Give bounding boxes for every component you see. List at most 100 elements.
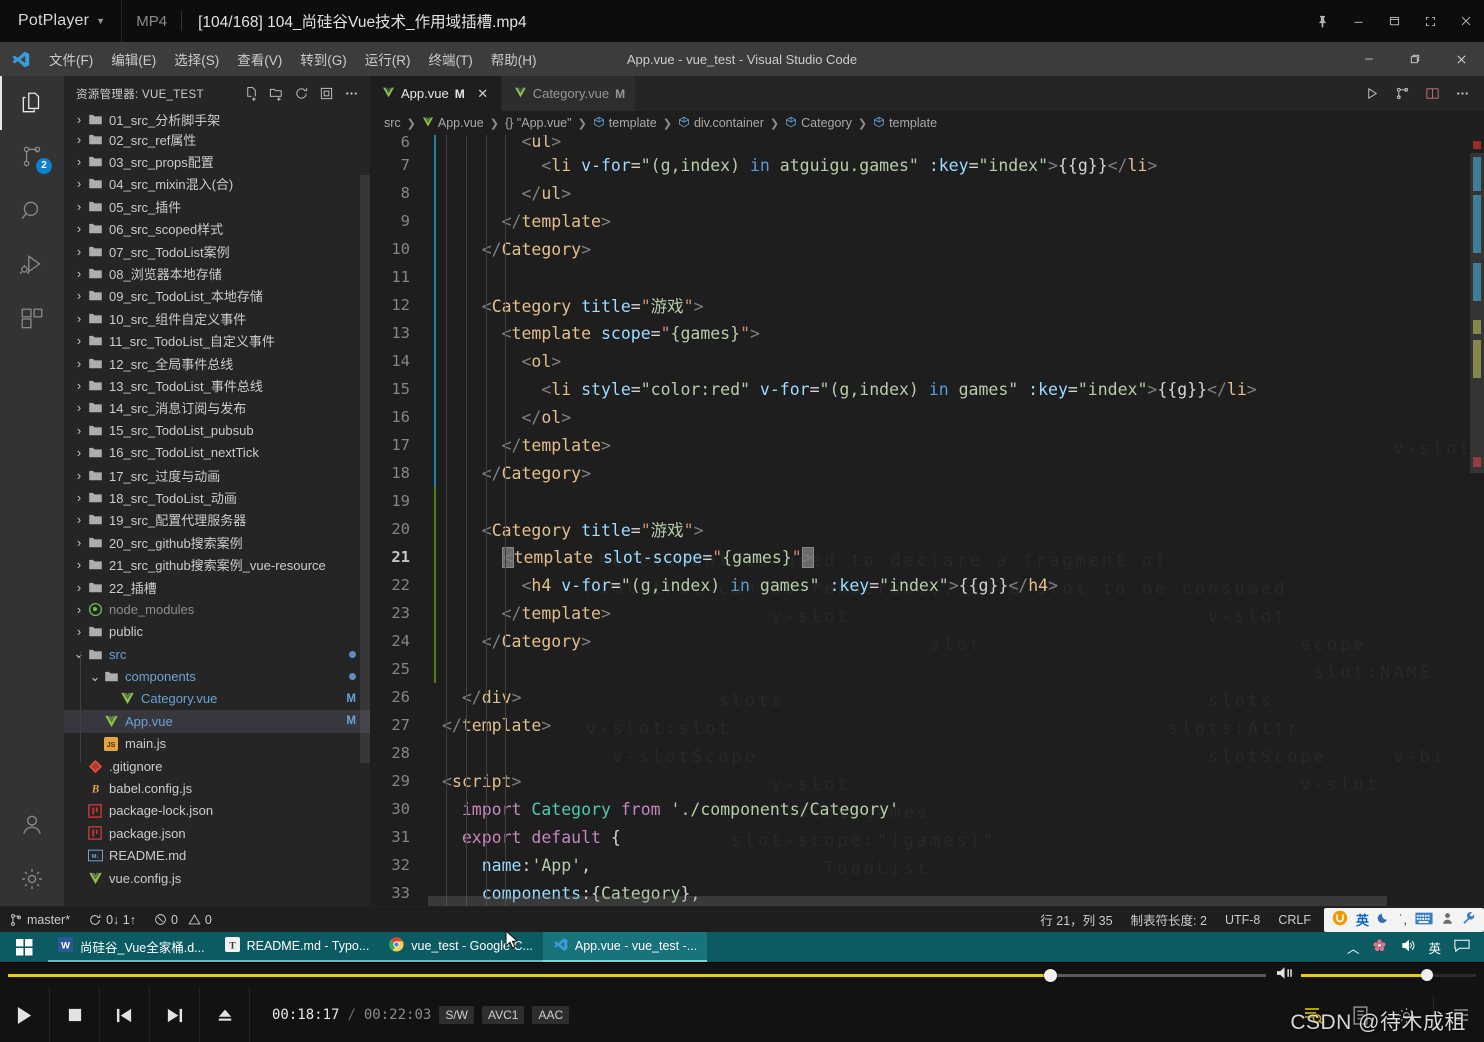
code-line[interactable]: 21 <template slot-scope="{games}">: [370, 543, 1484, 571]
chevron-right-icon[interactable]: ›: [72, 557, 86, 572]
code-editor[interactable]: v-slot the element is used to declare a …: [370, 135, 1484, 906]
keyboard-icon[interactable]: [1415, 912, 1433, 928]
statusbar-sync[interactable]: 0↓ 1↑: [79, 907, 145, 933]
activity-run-and-debug[interactable]: [0, 238, 64, 292]
code-line[interactable]: 24 </Category>: [370, 627, 1484, 655]
menu-run[interactable]: 运行(R): [356, 45, 420, 73]
statusbar-branch[interactable]: master*: [0, 907, 79, 933]
overview-slider[interactable]: [1470, 153, 1484, 473]
code-line[interactable]: 6 <ul>: [370, 135, 1484, 151]
run-icon[interactable]: [1358, 79, 1386, 109]
sidebar-scrollbar-thumb[interactable]: [360, 174, 370, 763]
activity-accounts[interactable]: [0, 798, 64, 852]
tree-item[interactable]: › 08_浏览器本地存储: [64, 262, 370, 284]
code-line[interactable]: 28: [370, 739, 1484, 767]
sogou-logo-icon[interactable]: [1332, 910, 1348, 929]
tree-item[interactable]: › node_modules: [64, 598, 370, 620]
chevron-right-icon[interactable]: ›: [72, 512, 86, 527]
activity-source-control[interactable]: 2: [0, 130, 64, 184]
seek-knob[interactable]: [1043, 968, 1057, 982]
chevron-down-icon[interactable]: ⌄: [88, 669, 102, 685]
more-icon[interactable]: [340, 83, 362, 105]
volume-icon[interactable]: [1276, 965, 1295, 986]
fullscreen-icon[interactable]: [1412, 0, 1448, 42]
editor-horizontal-scrollbar-thumb[interactable]: [428, 896, 1387, 906]
code-line[interactable]: 13 <template scope="{games}">: [370, 319, 1484, 347]
tree-item[interactable]: › 10_src_组件自定义事件: [64, 307, 370, 329]
split-preview-icon[interactable]: [1388, 79, 1416, 109]
settings-gear-icon[interactable]: [1383, 987, 1429, 1042]
tree-item[interactable]: › 02_src_ref属性: [64, 128, 370, 150]
code-line[interactable]: 23 </template>: [370, 599, 1484, 627]
chevron-down-icon[interactable]: ⌄: [72, 646, 86, 662]
menu-go[interactable]: 转到(G): [291, 45, 356, 73]
chevron-right-icon[interactable]: ›: [72, 468, 86, 483]
chevron-right-icon[interactable]: ›: [72, 311, 86, 326]
ime-mode-label[interactable]: 英: [1356, 910, 1369, 929]
more-icon[interactable]: [1448, 79, 1476, 109]
video-codec-chip[interactable]: AVC1: [481, 1006, 525, 1024]
tree-item[interactable]: JS main.js: [64, 733, 370, 755]
tree-item[interactable]: › 21_src_github搜索案例_vue-resource: [64, 553, 370, 575]
tree-item[interactable]: › 01_src_分析脚手架: [64, 111, 370, 128]
tree-item[interactable]: › 14_src_消息订阅与发布: [64, 397, 370, 419]
code-lines[interactable]: 6 <ul> 7 <li v-for="(g,index) in atguigu.…: [370, 135, 1484, 906]
volume-slider[interactable]: [1301, 965, 1476, 985]
flower-icon[interactable]: [1372, 938, 1387, 956]
breadcrumb-item[interactable]: App.vue: [422, 116, 484, 131]
moon-icon[interactable]: [1377, 911, 1391, 928]
breadcrumb-item[interactable]: {} "App.vue": [505, 116, 572, 130]
playlist-search-icon[interactable]: [1291, 987, 1337, 1042]
code-line[interactable]: 10 </Category>: [370, 235, 1484, 263]
chevron-right-icon[interactable]: ›: [72, 266, 86, 281]
volume-icon[interactable]: [1400, 938, 1415, 956]
potplayer-app-name[interactable]: PotPlayer ▼: [0, 12, 105, 30]
file-tree[interactable]: › 01_src_分析脚手架 › 02_src_ref属性 › 03_src_props配…: [64, 111, 370, 906]
volume-knob[interactable]: [1421, 969, 1433, 981]
play-button[interactable]: [0, 987, 50, 1042]
tree-item[interactable]: › 06_src_scoped样式: [64, 218, 370, 240]
activity-extensions[interactable]: [0, 292, 64, 346]
tree-item[interactable]: Category.vue M: [64, 688, 370, 710]
chevron-right-icon[interactable]: ›: [72, 400, 86, 415]
chevron-right-icon[interactable]: ›: [72, 221, 86, 236]
tree-item[interactable]: ⌄ src: [64, 643, 370, 665]
tree-item[interactable]: .gitignore: [64, 755, 370, 777]
code-line[interactable]: 27 </template>: [370, 711, 1484, 739]
code-line[interactable]: 8 </ul>: [370, 179, 1484, 207]
chevron-up-icon[interactable]: ︿: [1347, 938, 1360, 957]
tree-item[interactable]: Bbabel.config.js: [64, 777, 370, 799]
menu-view[interactable]: 查看(V): [228, 45, 291, 73]
editor-horizontal-scrollbar[interactable]: [428, 896, 1470, 906]
chevron-right-icon[interactable]: ›: [72, 535, 86, 550]
split-editor-icon[interactable]: [1418, 79, 1446, 109]
tree-item[interactable]: › 15_src_TodoList_pubsub: [64, 419, 370, 441]
menu-edit[interactable]: 编辑(E): [102, 45, 165, 73]
code-line[interactable]: 29 <script>: [370, 767, 1484, 795]
code-line[interactable]: 15 <li style="color:red" v-for="(g,index…: [370, 375, 1484, 403]
chevron-right-icon[interactable]: ›: [72, 356, 86, 371]
tree-item[interactable]: › 11_src_TodoList_自定义事件: [64, 330, 370, 352]
chevron-right-icon[interactable]: ›: [72, 176, 86, 191]
vscode-minimize-icon[interactable]: [1346, 42, 1392, 76]
code-line[interactable]: 18 </Category>: [370, 459, 1484, 487]
restore-icon[interactable]: [1376, 0, 1412, 42]
tree-item[interactable]: package-lock.json: [64, 800, 370, 822]
tree-item[interactable]: › 16_src_TodoList_nextTick: [64, 441, 370, 463]
statusbar-eol[interactable]: CRLF: [1269, 907, 1320, 933]
activity-search[interactable]: [0, 184, 64, 238]
tree-item[interactable]: › 05_src_插件: [64, 195, 370, 217]
code-line[interactable]: 12 <Category title="游戏">: [370, 291, 1484, 319]
tree-item[interactable]: › 22_插槽: [64, 576, 370, 598]
menu-help[interactable]: 帮助(H): [482, 45, 546, 73]
start-button[interactable]: [0, 932, 48, 962]
previous-button[interactable]: [100, 987, 150, 1042]
minimize-controls-icon[interactable]: [1438, 987, 1484, 1042]
tree-item[interactable]: › 19_src_配置代理服务器: [64, 509, 370, 531]
statusbar-problems[interactable]: 0 0: [145, 907, 221, 933]
minimize-icon[interactable]: [1340, 0, 1376, 42]
code-line[interactable]: 25: [370, 655, 1484, 683]
wrench-icon[interactable]: [1462, 911, 1476, 928]
eject-button[interactable]: [200, 987, 250, 1042]
vscode-restore-icon[interactable]: [1392, 42, 1438, 76]
